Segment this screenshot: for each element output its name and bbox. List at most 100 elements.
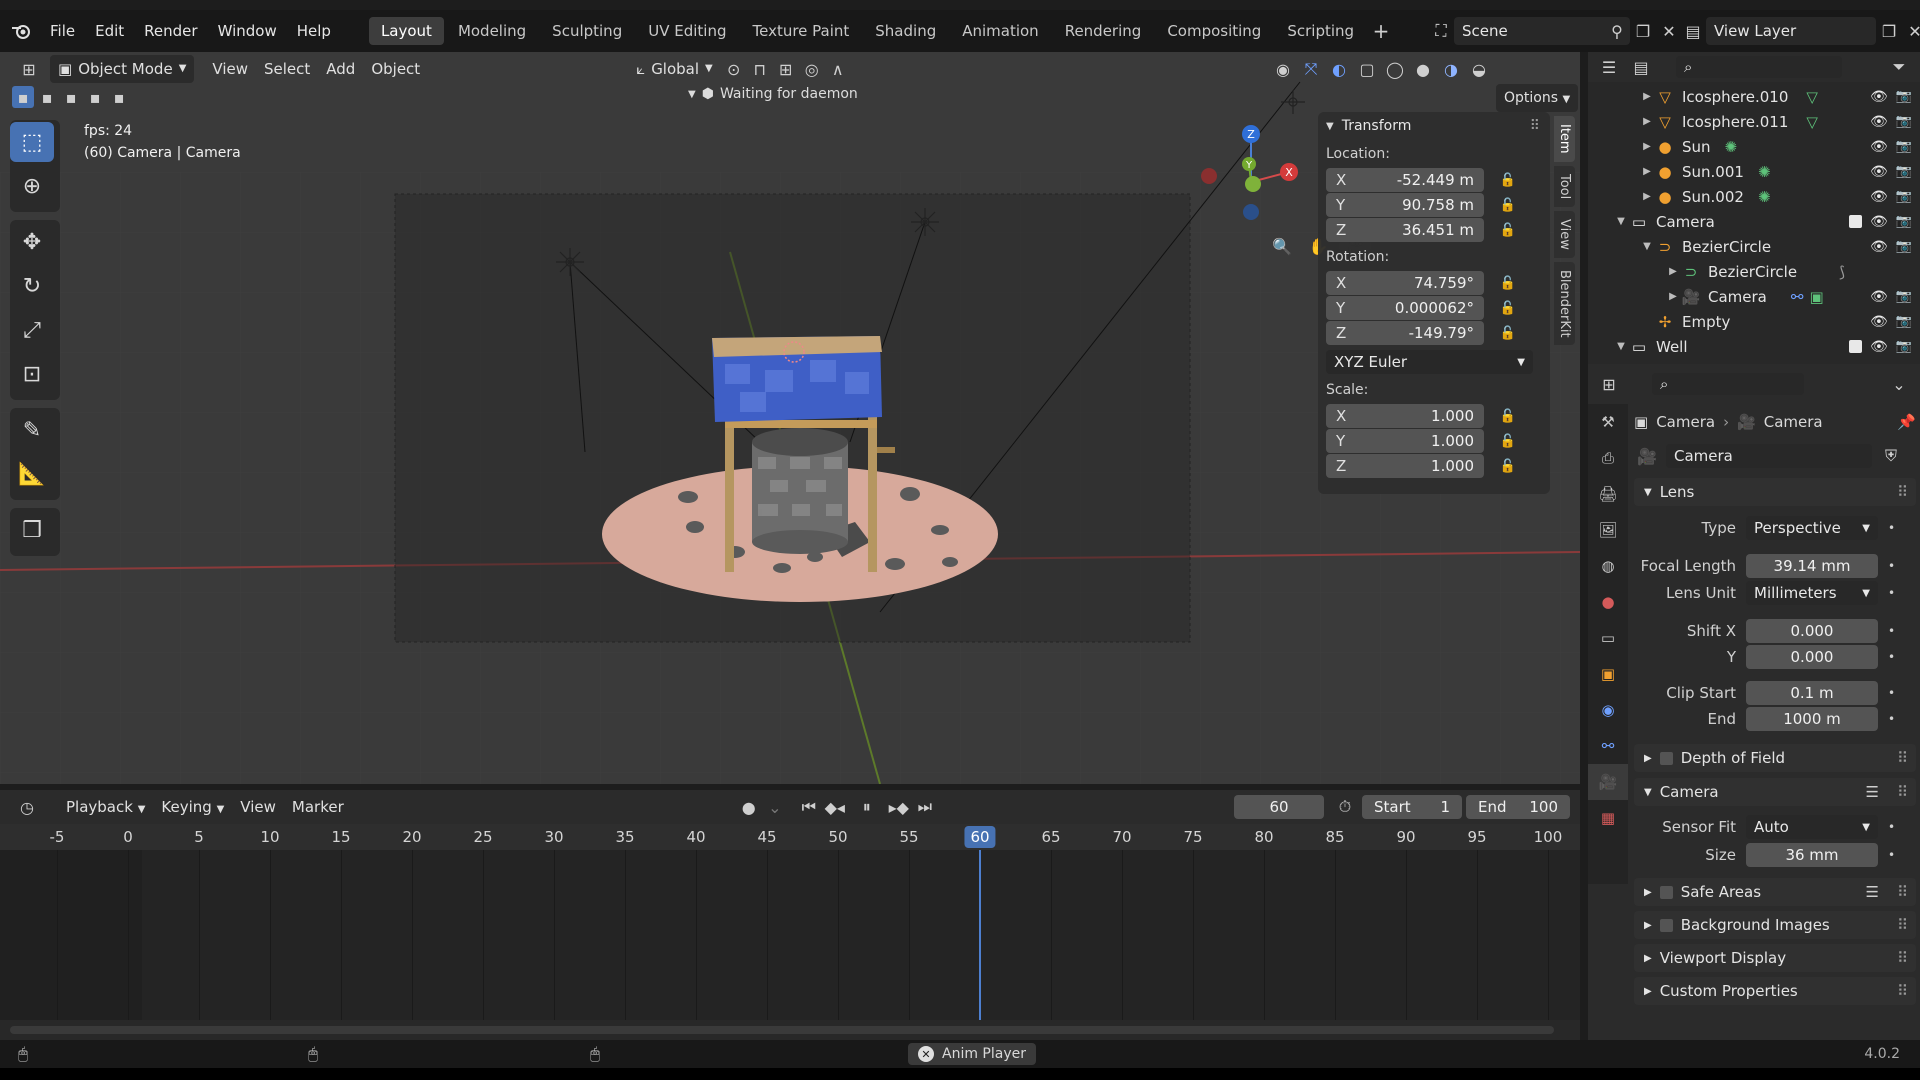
expand-arrow-icon[interactable]: ▶ [1640,116,1654,127]
lock-icon[interactable]: 🔓 [1496,326,1520,341]
select-new-icon[interactable]: ▪ [12,86,34,108]
properties-search-input[interactable]: ⌕ [1652,373,1804,395]
add-workspace-icon[interactable]: + [1368,18,1394,44]
menu-file[interactable]: File [40,17,85,45]
jump-start-icon[interactable]: ⏮ [796,794,822,820]
chevron-down-icon[interactable]: ▼ [688,89,696,100]
chevron-down-icon[interactable]: ⌄ [1886,371,1912,397]
outliner-row[interactable]: ▼ ⊃ BezierCircle 👁 📷 [1588,234,1920,259]
keyframe-dot-icon[interactable]: • [1888,686,1895,700]
timeline-editor-icon[interactable]: ◷ [14,794,40,820]
new-scene-icon[interactable]: ❐ [1630,18,1656,44]
outliner-row[interactable]: ▶ ● Sun.001 ✺ 👁 📷 [1588,159,1920,184]
select-invert-icon[interactable]: ▪ [84,86,106,108]
view-layer-tab-icon[interactable]: 🖼 [1588,512,1628,548]
editor-type-icon[interactable]: ⊞ [16,56,42,82]
datablock-field[interactable]: Camera [1666,444,1872,468]
timeline-ruler[interactable]: -5 0 5 10 15 20 25 30 35 40 45 50 55 60 65 70 75 80 85 90 95… [0,824,1580,850]
lock-icon[interactable]: 🔓 [1496,173,1520,188]
view-layer-field[interactable]: View Layer [1706,17,1876,45]
drag-handle-icon[interactable]: ⠿ [1897,783,1908,801]
custom-properties-section-header[interactable]: ▶ Custom Properties ⠿ [1634,977,1916,1005]
camera-render-icon[interactable]: 📷 [1896,339,1912,354]
chevron-down-icon[interactable]: ⌄ [762,794,788,820]
menu-keying[interactable]: Keying ▼ [153,793,232,821]
presets-list-icon[interactable]: ☰ [1866,883,1879,901]
background-images-checkbox[interactable] [1659,918,1673,932]
camera-render-icon[interactable]: 📷 [1896,289,1912,304]
location-z-field[interactable]: Z 36.451 m [1326,218,1484,242]
menu-marker[interactable]: Marker [284,793,352,821]
eye-icon[interactable]: 👁 [1870,189,1888,205]
camera-render-icon[interactable]: 📷 [1896,189,1912,204]
rotation-x-field[interactable]: X 74.759° [1326,271,1484,295]
keyframe-dot-icon[interactable]: • [1888,712,1895,726]
collection-checkbox[interactable] [1849,215,1863,228]
keyframe-dot-icon[interactable]: • [1888,624,1895,638]
lock-icon[interactable]: 🔓 [1496,434,1520,449]
tab-item[interactable]: Item [1554,116,1575,162]
location-x-field[interactable]: X -52.449 m [1326,168,1484,192]
menu-add[interactable]: Add [318,55,363,83]
shield-icon[interactable]: ⛨ [1878,443,1904,469]
outliner-collection-row[interactable]: ▼ ▭ Camera 👁 📷 [1588,209,1920,234]
drag-handle-icon[interactable]: ⠿ [1897,749,1908,767]
transform-header[interactable]: ▼ Transform ⠿ [1318,112,1550,140]
outliner-row[interactable]: ▶ ● Sun ✺ 👁 📷 [1588,134,1920,159]
select-box-tool-icon[interactable]: ⬚ [10,122,54,162]
collection-tab-icon[interactable]: ▭ [1588,620,1628,656]
eye-icon[interactable]: 👁 [1870,89,1888,105]
lock-icon[interactable]: 🔓 [1496,459,1520,474]
move-tool-icon[interactable]: ✥ [10,222,54,262]
render-properties-tab-icon[interactable]: ⎙ [1588,440,1628,476]
tab-rendering[interactable]: Rendering [1053,17,1154,45]
keyframe-dot-icon[interactable]: • [1888,586,1895,600]
transform-tool-icon[interactable]: ⊡ [10,354,54,394]
keyframe-dot-icon[interactable]: • [1888,650,1895,664]
display-mode-icon[interactable]: ▤ [1628,54,1654,80]
modifier-tab-icon[interactable]: ◉ [1588,692,1628,728]
collapse-arrow-icon[interactable]: ▼ [1614,341,1628,352]
outliner-collection-row[interactable]: ▼ ▭ Well 👁 📷 [1588,334,1920,359]
eye-icon[interactable]: 👁 [1870,214,1888,230]
tool-properties-tab-icon[interactable]: ⚒ [1588,404,1628,440]
shift-x-field[interactable]: 0.000 [1746,619,1878,643]
eye-icon[interactable]: 👁 [1870,239,1888,255]
safe-areas-section-header[interactable]: ▶ Safe Areas ☰ ⠿ [1634,878,1916,906]
annotate-tool-icon[interactable]: ✎ [10,410,54,450]
drag-handle-icon[interactable]: ⠿ [1530,118,1540,134]
camera-render-icon[interactable]: 📷 [1896,314,1912,329]
proportional-edit-icon[interactable]: ◎ [799,56,825,82]
visibility-icon[interactable]: ◉ [1270,56,1296,82]
camera-data-tab-icon[interactable]: 🎥 [1588,764,1628,800]
tab-modeling[interactable]: Modeling [446,17,538,45]
rotation-y-field[interactable]: Y 0.000062° [1326,296,1484,320]
camera-render-icon[interactable]: 📷 [1896,114,1912,129]
lens-type-dropdown[interactable]: Perspective ▼ [1746,516,1878,540]
location-y-field[interactable]: Y 90.758 m [1326,193,1484,217]
tab-shading[interactable]: Shading [863,17,948,45]
eye-icon[interactable]: 👁 [1870,339,1888,355]
rotate-tool-icon[interactable]: ↻ [10,266,54,306]
measure-tool-icon[interactable]: 📐 [10,454,54,494]
expand-arrow-icon[interactable]: ▶ [1640,191,1654,202]
constraint-tab-icon[interactable]: ⚯ [1588,728,1628,764]
eye-icon[interactable]: 👁 [1870,139,1888,155]
jump-end-icon[interactable]: ⏭ [912,794,938,820]
3d-viewport[interactable]: ⊞ ▣ Object Mode ▼ View Select Add Object… [0,52,1580,784]
material-shading-icon[interactable]: ◑ [1438,56,1464,82]
lock-icon[interactable]: 🔓 [1496,301,1520,316]
collapse-arrow-icon[interactable]: ▼ [1640,241,1654,252]
zoom-icon[interactable]: 🔍 [1266,230,1298,262]
shift-y-field[interactable]: 0.000 [1746,645,1878,669]
scale-y-field[interactable]: Y 1.000 [1326,429,1484,453]
sensor-fit-dropdown[interactable]: Auto ▼ [1746,815,1878,839]
background-images-section-header[interactable]: ▶ Background Images ⠿ [1634,911,1916,939]
world-tab-icon[interactable]: ● [1588,584,1628,620]
outliner-row[interactable]: ▶ ▽ Icosphere.011 ▽ 👁 📷 [1588,109,1920,134]
rendered-shading-icon[interactable]: ◒ [1466,56,1492,82]
menu-timeline-view[interactable]: View [232,793,284,821]
expand-arrow-icon[interactable]: ▶ [1640,91,1654,102]
remove-view-layer-icon[interactable]: ✕ [1902,18,1920,44]
tab-view[interactable]: View [1554,210,1575,258]
